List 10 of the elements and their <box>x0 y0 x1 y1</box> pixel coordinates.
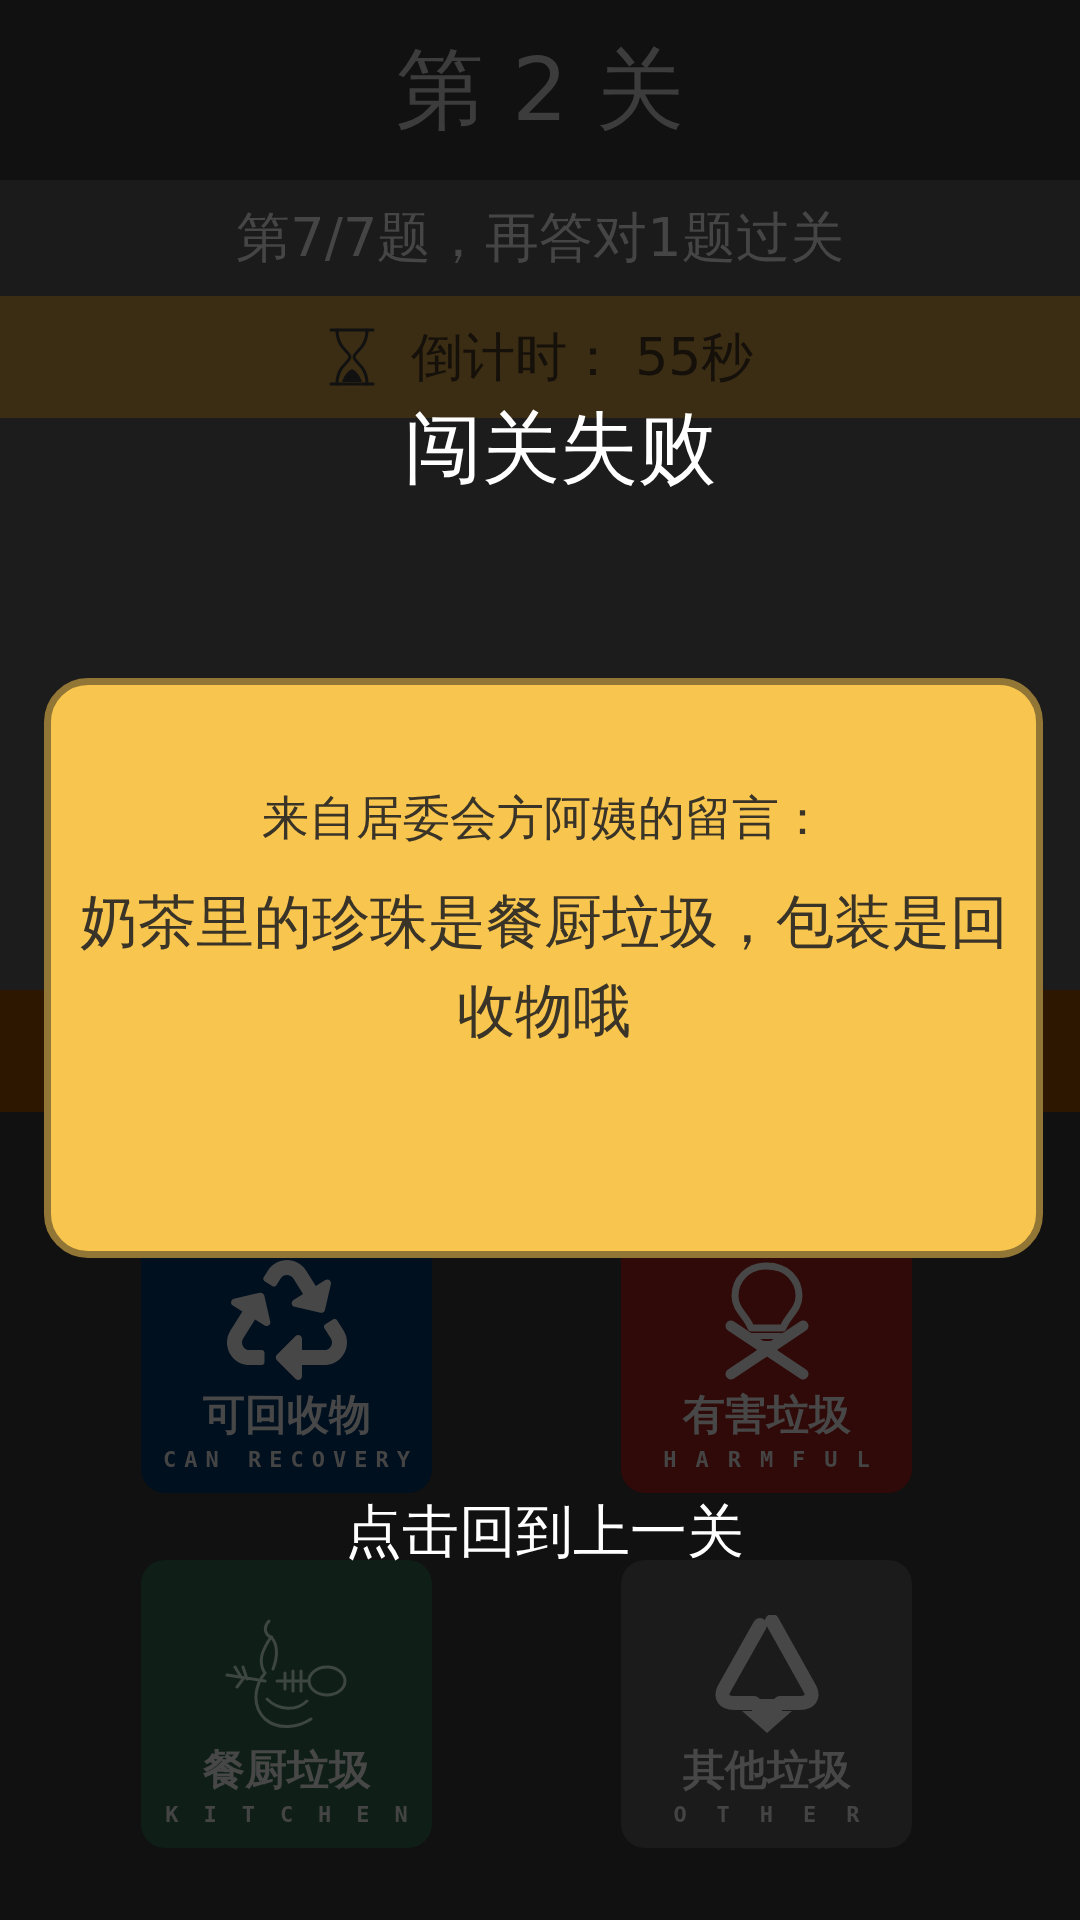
bin-label: 有害垃圾 <box>682 1390 851 1441</box>
back-link[interactable]: 点击回到上一关 <box>344 1503 744 1560</box>
bin-label: 可回收物 <box>202 1390 371 1441</box>
fail-title: 闯关失败 <box>404 404 716 494</box>
dialog-message: 奶茶里的珍珠是餐厨垃圾，包装是回收物哦 <box>78 887 1009 1047</box>
dialog-heading: 来自居委会方阿姨的留言： <box>261 789 826 847</box>
bin-label-english: CAN RECOVERY <box>162 1447 418 1474</box>
recycle-icon <box>226 1260 347 1380</box>
bin-label: 餐厨垃圾 <box>202 1745 371 1796</box>
bin-label-english: HARMFUL <box>662 1447 889 1474</box>
